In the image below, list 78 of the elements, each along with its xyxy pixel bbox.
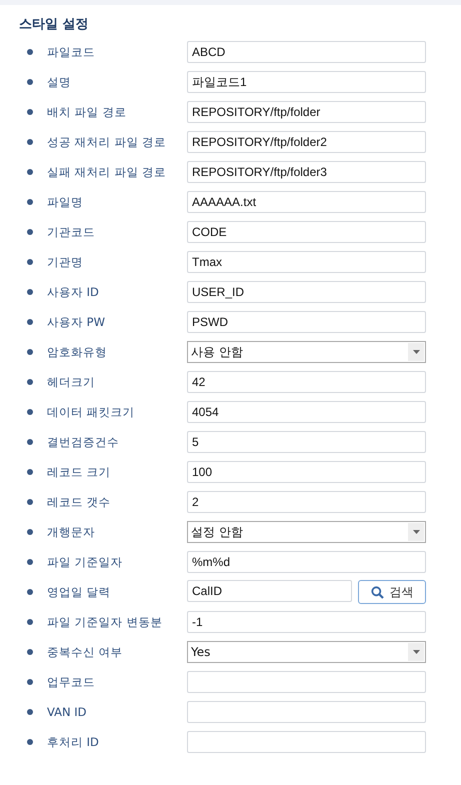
text-field[interactable]: REPOSITORY/ftp/folder bbox=[187, 101, 426, 123]
text-field[interactable]: 파일코드1 bbox=[187, 71, 426, 93]
bullet-icon bbox=[27, 109, 33, 115]
bullet-icon bbox=[27, 199, 33, 205]
caret-icon bbox=[412, 350, 420, 354]
text-field[interactable]: 42 bbox=[187, 371, 426, 393]
bullet-icon bbox=[27, 439, 33, 445]
bullet-icon bbox=[27, 139, 33, 145]
bullet-icon bbox=[27, 619, 33, 625]
text-field[interactable]: ABCD bbox=[187, 41, 426, 63]
field-label: 업무코드 bbox=[47, 674, 96, 690]
bullet-icon bbox=[27, 559, 33, 565]
text-field[interactable]: USER_ID bbox=[187, 281, 426, 303]
text-field[interactable]: -1 bbox=[187, 611, 426, 633]
field-label: 레코드 갯수 bbox=[47, 494, 112, 510]
text-field[interactable]: REPOSITORY/ftp/folder2 bbox=[187, 131, 426, 153]
field-label: 사용자 PW bbox=[47, 314, 106, 330]
field-label: 결번검증건수 bbox=[47, 434, 120, 450]
bullet-icon bbox=[27, 289, 33, 295]
field-label: 파일 기준일자 변동분 bbox=[47, 614, 164, 630]
bullet-icon bbox=[27, 709, 33, 715]
field-label: 개행문자 bbox=[47, 524, 96, 540]
bullet-icon bbox=[27, 529, 33, 535]
field-label: 후처리 ID bbox=[47, 734, 100, 750]
text-field[interactable] bbox=[187, 701, 426, 723]
field-label: 설명 bbox=[47, 74, 72, 90]
field-label: 중복수신 여부 bbox=[47, 644, 124, 660]
search-icon bbox=[370, 586, 384, 598]
bullet-icon bbox=[27, 319, 33, 325]
text-field[interactable]: AAAAAA.txt bbox=[187, 191, 426, 213]
field-label: 기관코드 bbox=[47, 224, 96, 240]
field-label: 기관명 bbox=[47, 254, 84, 270]
text-field[interactable]: %m%d bbox=[187, 551, 426, 573]
field-label: 성공 재처리 파일 경로 bbox=[47, 134, 167, 150]
caret-icon bbox=[412, 650, 420, 654]
bullet-icon bbox=[27, 679, 33, 685]
text-field[interactable]: REPOSITORY/ftp/folder3 bbox=[187, 161, 426, 183]
bullet-icon bbox=[27, 169, 33, 175]
field-label: 파일 기준일자 bbox=[47, 554, 124, 570]
bullet-icon bbox=[27, 739, 33, 745]
search-button[interactable]: 검색 bbox=[358, 580, 426, 604]
dropdown[interactable]: Yes bbox=[187, 641, 426, 663]
field-label: 영업일 달력 bbox=[47, 584, 112, 600]
dropdown[interactable]: 설정 안함 bbox=[187, 521, 426, 543]
field-label: 암호화유형 bbox=[47, 344, 108, 360]
field-label: 레코드 크기 bbox=[47, 464, 112, 480]
section-title: 스타일 설정 bbox=[19, 16, 89, 33]
bullet-icon bbox=[27, 499, 33, 505]
bullet-icon bbox=[27, 649, 33, 655]
text-field[interactable]: Tmax bbox=[187, 251, 426, 273]
bullet-icon bbox=[27, 259, 33, 265]
bullet-icon bbox=[27, 349, 33, 355]
field-label: 파일코드 bbox=[47, 44, 96, 60]
bullet-icon bbox=[27, 49, 33, 55]
text-field[interactable]: PSWD bbox=[187, 311, 426, 333]
field-label: 파일명 bbox=[47, 194, 84, 210]
bullet-icon bbox=[27, 469, 33, 475]
text-field[interactable]: 2 bbox=[187, 491, 426, 513]
bullet-icon bbox=[27, 229, 33, 235]
text-field[interactable]: CODE bbox=[187, 221, 426, 243]
field-label: 사용자 ID bbox=[47, 284, 100, 300]
text-field[interactable]: 4054 bbox=[187, 401, 426, 423]
field-label: 실패 재처리 파일 경로 bbox=[47, 164, 167, 180]
text-field[interactable]: 5 bbox=[187, 431, 426, 453]
field-label: 헤더크기 bbox=[47, 374, 96, 390]
field-label: 데이터 패킷크기 bbox=[47, 404, 136, 420]
bullet-icon bbox=[27, 79, 33, 85]
bullet-icon bbox=[27, 409, 33, 415]
field-label: VAN ID bbox=[47, 705, 88, 719]
text-field[interactable]: 100 bbox=[187, 461, 426, 483]
text-field[interactable]: CalID bbox=[187, 580, 352, 602]
dropdown[interactable]: 사용 안함 bbox=[187, 341, 426, 363]
caret-icon bbox=[412, 530, 420, 534]
text-field[interactable] bbox=[187, 731, 426, 753]
bullet-icon bbox=[27, 379, 33, 385]
text-field[interactable] bbox=[187, 671, 426, 693]
field-label: 배치 파일 경로 bbox=[47, 104, 128, 120]
bullet-icon bbox=[27, 589, 33, 595]
